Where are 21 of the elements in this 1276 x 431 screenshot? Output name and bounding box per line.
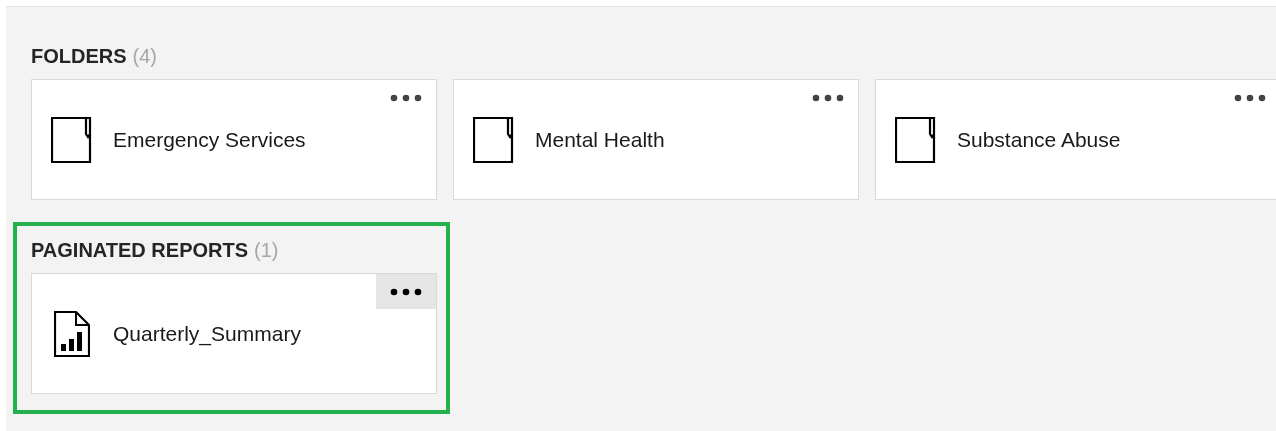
report-card[interactable]: Quarterly_Summary [31,273,437,394]
folder-card[interactable]: Substance Abuse [875,79,1276,200]
more-icon [812,93,844,102]
item-name: Emergency Services [113,126,306,153]
folder-icon [473,116,515,163]
item-count: (4) [132,44,157,69]
item-name: Quarterly_Summary [113,320,301,348]
item-name: Mental Health [535,126,665,153]
more-icon [1234,93,1266,102]
folder-card[interactable]: Mental Health [453,79,859,200]
item-name: Substance Abuse [957,126,1121,153]
item-count: (1) [254,238,279,263]
folder-card[interactable]: Emergency Services [31,79,437,200]
more-icon [390,93,422,102]
more-icon [390,287,422,296]
folder-icon [895,116,937,163]
folder-icon [51,116,93,163]
more-options-button[interactable] [376,274,436,309]
section-heading: PAGINATED REPORTS [31,238,249,263]
report-icon [54,310,90,357]
section-heading: FOLDERS [31,44,127,69]
